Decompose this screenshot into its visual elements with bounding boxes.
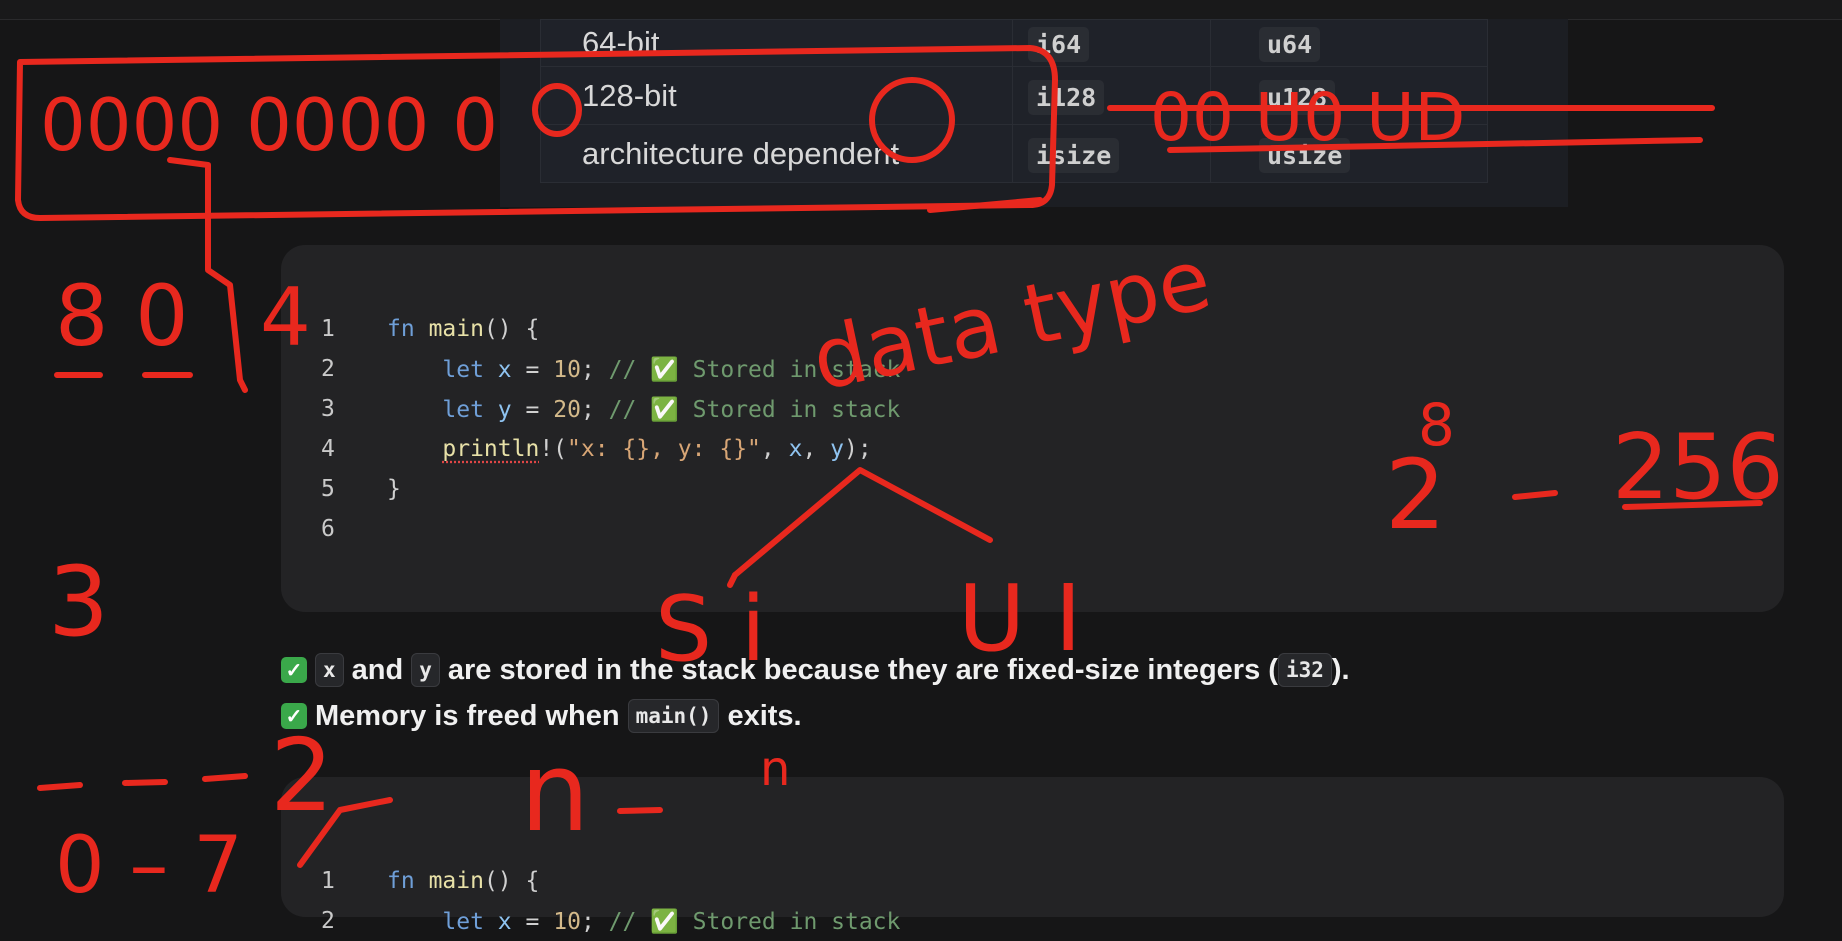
signed-type: i64 bbox=[1028, 27, 1090, 62]
annotation-zero-seven: 0 – 7 bbox=[55, 821, 243, 897]
inline-code-y: y bbox=[411, 653, 440, 687]
table-row: 128-bit i128 u128 bbox=[540, 66, 1488, 125]
unsigned-type: u128 bbox=[1259, 79, 1336, 115]
inline-code-i32: i32 bbox=[1277, 653, 1332, 687]
check-icon: ✓ bbox=[281, 657, 307, 683]
line-number: 2 bbox=[321, 356, 335, 382]
row-name: 64-bit bbox=[540, 19, 1013, 67]
unsigned-type: u64 bbox=[1259, 27, 1321, 62]
integer-types-table: 64-bit i64 u64 128-bit i128 u128 archite… bbox=[540, 19, 1488, 183]
code-comment: // ✅ Stored in stack bbox=[608, 356, 901, 383]
line-number: 6 bbox=[321, 516, 335, 542]
line-number: 4 bbox=[321, 436, 335, 462]
table-row: architecture dependent isize usize bbox=[540, 124, 1488, 183]
line-number: 2 bbox=[321, 908, 335, 934]
code-block[interactable]: 1 fn main() { 2 let x = 10; // ✅ Stored … bbox=[281, 245, 1784, 612]
annotation-dash bbox=[37, 773, 248, 791]
check-icon: ✓ bbox=[281, 703, 307, 729]
line-number: 3 bbox=[321, 396, 335, 422]
unsigned-type: usize bbox=[1259, 137, 1351, 173]
line-number: 1 bbox=[321, 316, 335, 342]
explanation-line-2: ✓ Memory is freed when main() exits. bbox=[281, 699, 802, 733]
row-name: 128-bit bbox=[540, 66, 1013, 125]
code-comment: // ✅ Stored in stack bbox=[608, 396, 901, 423]
inline-code-x: x bbox=[315, 653, 344, 687]
explanation-line-1: ✓ x and y are stored in the stack becaus… bbox=[281, 653, 1350, 687]
inline-code-main: main() bbox=[627, 699, 720, 733]
annotation-digits-left: 8 0 bbox=[55, 267, 189, 365]
annotation-three: 3 bbox=[48, 546, 109, 658]
table-row: 64-bit i64 u64 bbox=[540, 19, 1488, 67]
top-bar bbox=[0, 0, 1842, 20]
code-block[interactable]: 1 fn main() { 2 let x = 10; // ✅ Stored … bbox=[281, 777, 1784, 935]
signed-type: i128 bbox=[1028, 79, 1105, 115]
row-name: architecture dependent bbox=[540, 124, 1013, 183]
integer-types-table-section: 64-bit i64 u64 128-bit i128 u128 archite… bbox=[500, 19, 1568, 207]
annotation-brace bbox=[167, 157, 248, 393]
annotation-binary: 0000 0000 0 bbox=[40, 83, 498, 167]
signed-type: isize bbox=[1028, 137, 1120, 173]
line-number: 1 bbox=[321, 868, 335, 894]
line-number: 5 bbox=[321, 476, 335, 502]
